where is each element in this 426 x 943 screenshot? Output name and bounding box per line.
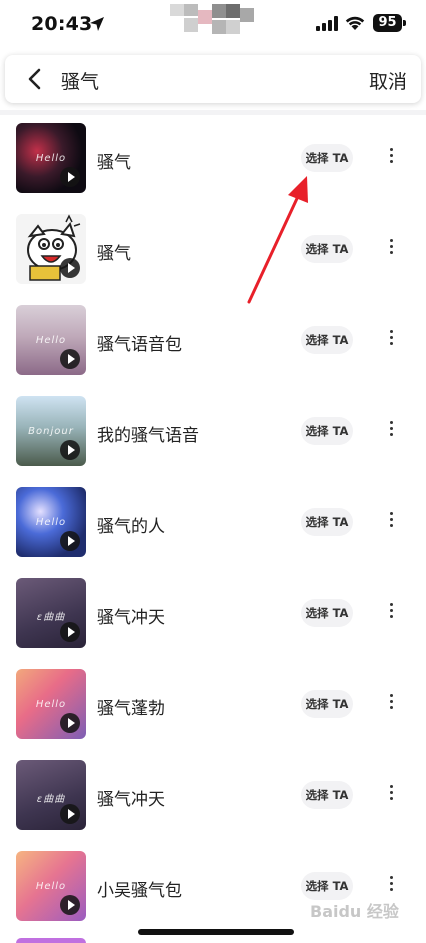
play-icon[interactable] bbox=[60, 622, 80, 642]
thumbnail-caption: Hello bbox=[35, 699, 67, 710]
select-ta-button[interactable]: 选择 TA bbox=[301, 781, 353, 809]
search-input[interactable]: 骚气 bbox=[61, 67, 99, 94]
next-item-thumbnail-partial bbox=[16, 938, 86, 943]
thumbnail-caption: Hello bbox=[35, 153, 67, 164]
status-time: 20:43 bbox=[31, 13, 93, 35]
play-icon[interactable] bbox=[60, 895, 80, 915]
list-item[interactable]: ε曲曲 骚气冲天 选择 TA bbox=[0, 751, 426, 842]
voice-title: 骚气的人 bbox=[97, 517, 165, 537]
select-ta-button[interactable]: 选择 TA bbox=[301, 872, 353, 900]
more-vertical-icon[interactable] bbox=[381, 510, 401, 532]
select-ta-button[interactable]: 选择 TA bbox=[301, 417, 353, 445]
voice-thumbnail[interactable]: Hello bbox=[16, 851, 86, 921]
more-vertical-icon[interactable] bbox=[381, 328, 401, 350]
wifi-icon bbox=[345, 16, 365, 30]
list-item[interactable]: 骚气 选择 TA bbox=[0, 205, 426, 296]
voice-title: 骚气冲天 bbox=[97, 608, 165, 628]
thumbnail-caption: Hello bbox=[35, 517, 67, 528]
play-icon[interactable] bbox=[60, 713, 80, 733]
voice-title: 骚气 bbox=[97, 153, 131, 173]
more-vertical-icon[interactable] bbox=[381, 601, 401, 623]
signal-icon bbox=[316, 16, 338, 31]
voice-thumbnail[interactable]: ε曲曲 bbox=[16, 760, 86, 830]
voice-thumbnail[interactable]: Bonjour bbox=[16, 396, 86, 466]
thumbnail-caption: Hello bbox=[35, 881, 67, 892]
voice-thumbnail[interactable] bbox=[16, 214, 86, 284]
list-item[interactable]: ε曲曲 骚气冲天 选择 TA bbox=[0, 569, 426, 660]
play-icon[interactable] bbox=[60, 531, 80, 551]
play-icon[interactable] bbox=[60, 440, 80, 460]
play-icon[interactable] bbox=[60, 167, 80, 187]
thumbnail-caption: ε曲曲 bbox=[36, 794, 66, 805]
thumbnail-caption: Bonjour bbox=[28, 426, 74, 437]
more-vertical-icon[interactable] bbox=[381, 146, 401, 168]
select-ta-button[interactable]: 选择 TA bbox=[301, 599, 353, 627]
voice-title: 小吴骚气包 bbox=[97, 881, 182, 901]
select-ta-button[interactable]: 选择 TA bbox=[301, 690, 353, 718]
play-icon[interactable] bbox=[60, 258, 80, 278]
select-ta-button[interactable]: 选择 TA bbox=[301, 508, 353, 536]
play-icon[interactable] bbox=[60, 349, 80, 369]
thumbnail-caption: Hello bbox=[35, 335, 67, 346]
play-icon[interactable] bbox=[60, 804, 80, 824]
location-arrow-icon bbox=[90, 17, 104, 31]
voice-result-list: Hello 骚气 选择 TA 骚气 选择 TA Hello 骚气语音包 选择 T… bbox=[0, 114, 426, 933]
thumbnail-caption: ε曲曲 bbox=[36, 612, 66, 623]
select-ta-button[interactable]: 选择 TA bbox=[301, 235, 353, 263]
battery-indicator: 95 bbox=[373, 14, 402, 32]
voice-title: 骚气蓬勃 bbox=[97, 699, 165, 719]
voice-thumbnail[interactable]: Hello bbox=[16, 669, 86, 739]
list-item[interactable]: Hello 骚气的人 选择 TA bbox=[0, 478, 426, 569]
voice-thumbnail[interactable]: Hello bbox=[16, 305, 86, 375]
cancel-button[interactable]: 取消 bbox=[369, 67, 407, 94]
battery-tip bbox=[403, 20, 406, 26]
list-item[interactable]: Hello 骚气 选择 TA bbox=[0, 114, 426, 205]
list-item[interactable]: Hello 骚气语音包 选择 TA bbox=[0, 296, 426, 387]
list-item[interactable]: Bonjour 我的骚气语音 选择 TA bbox=[0, 387, 426, 478]
search-header: 骚气 取消 bbox=[5, 55, 421, 103]
blurred-carrier-info bbox=[170, 4, 254, 34]
back-chevron-icon[interactable] bbox=[27, 68, 41, 90]
voice-title: 骚气 bbox=[97, 244, 131, 264]
list-item[interactable]: Hello 骚气蓬勃 选择 TA bbox=[0, 660, 426, 751]
voice-thumbnail[interactable]: ε曲曲 bbox=[16, 578, 86, 648]
voice-title: 骚气语音包 bbox=[97, 335, 182, 355]
home-indicator bbox=[138, 929, 294, 935]
select-ta-button[interactable]: 选择 TA bbox=[301, 326, 353, 354]
voice-title: 骚气冲天 bbox=[97, 790, 165, 810]
voice-thumbnail[interactable]: Hello bbox=[16, 487, 86, 557]
watermark: Baidu 经验 bbox=[310, 902, 399, 921]
status-bar: 20:43 95 bbox=[0, 0, 426, 50]
select-ta-button[interactable]: 选择 TA bbox=[301, 144, 353, 172]
more-vertical-icon[interactable] bbox=[381, 237, 401, 259]
more-vertical-icon[interactable] bbox=[381, 419, 401, 441]
voice-thumbnail[interactable]: Hello bbox=[16, 123, 86, 193]
more-vertical-icon[interactable] bbox=[381, 874, 401, 896]
more-vertical-icon[interactable] bbox=[381, 692, 401, 714]
more-vertical-icon[interactable] bbox=[381, 783, 401, 805]
voice-title: 我的骚气语音 bbox=[97, 426, 199, 446]
